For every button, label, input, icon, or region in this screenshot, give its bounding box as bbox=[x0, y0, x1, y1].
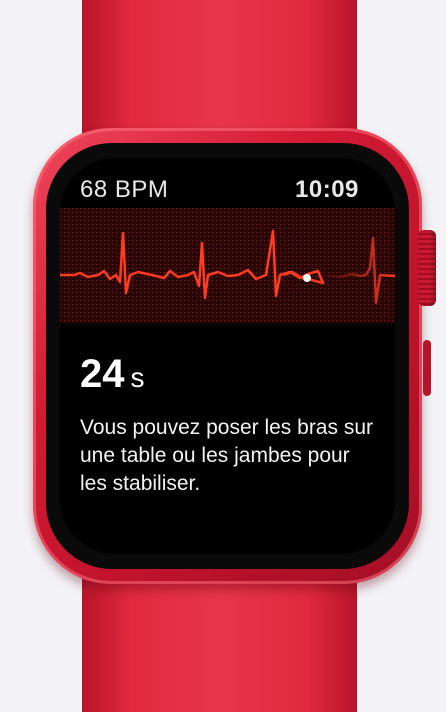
ecg-grid bbox=[60, 208, 395, 323]
side-button[interactable] bbox=[423, 340, 431, 396]
instruction-text: Vous pouvez poser les bras sur une table… bbox=[80, 416, 373, 495]
progress-dot-icon bbox=[303, 274, 311, 282]
countdown: 24 s bbox=[80, 352, 145, 397]
digital-crown[interactable] bbox=[418, 230, 436, 306]
countdown-value: 24 bbox=[80, 352, 125, 396]
countdown-unit: s bbox=[130, 362, 145, 393]
heart-rate-readout: 68 BPM bbox=[80, 176, 169, 203]
clock-time: 10:09 bbox=[295, 176, 359, 203]
ecg-graph bbox=[60, 208, 395, 323]
